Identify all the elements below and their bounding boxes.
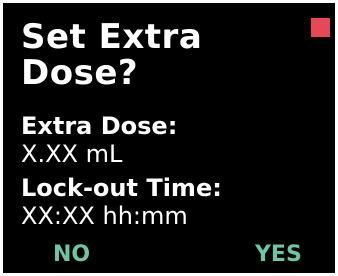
extra-dose-value: X.XX mL	[21, 140, 123, 168]
status-indicator	[311, 18, 330, 37]
extra-dose-label: Extra Dose:	[21, 112, 178, 140]
dialog-title: Set Extra Dose?	[21, 17, 203, 93]
no-button[interactable]: NO	[53, 243, 90, 267]
yes-button[interactable]: YES	[255, 243, 302, 267]
lockout-time-value: XX:XX hh:mm	[21, 202, 188, 230]
device-screen: Set Extra Dose? Extra Dose: X.XX mL Lock…	[3, 3, 335, 273]
lockout-time-label: Lock-out Time:	[21, 174, 222, 202]
